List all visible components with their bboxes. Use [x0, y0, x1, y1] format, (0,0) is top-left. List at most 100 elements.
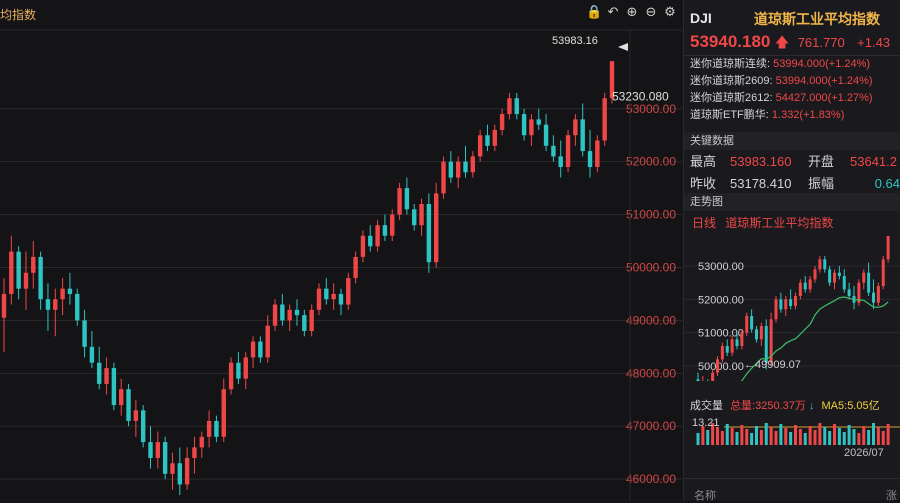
candle-body — [75, 293, 80, 321]
mini-y-tick-label: 52000.00 — [698, 294, 744, 306]
key-value: 53641.2 — [850, 154, 897, 169]
related-item[interactable]: 迷你道琼斯连续: 53994.000(+1.24%) — [684, 56, 900, 73]
mini-candle-body — [881, 259, 885, 286]
candle-body — [111, 368, 117, 406]
candle-body — [382, 225, 388, 236]
volume-total: 总量:3250.37万 — [730, 400, 806, 412]
undo-icon[interactable]: ↶ — [605, 4, 621, 20]
candle-body — [236, 362, 241, 379]
mini-candle-body — [735, 339, 739, 346]
mini-candle-body — [720, 346, 724, 360]
mini-y-tick-label: 53000.00 — [698, 261, 744, 273]
volume-bar — [779, 424, 783, 445]
volume-bar — [833, 424, 836, 445]
volume-bar — [764, 423, 768, 445]
candle-body — [441, 161, 446, 194]
volume-bar — [769, 427, 773, 445]
candle-body — [602, 98, 607, 141]
mini-candle-body — [803, 282, 807, 290]
tab-index-name[interactable]: 道琼斯工业平均指数 — [725, 216, 833, 230]
candle-body — [16, 251, 21, 289]
volume-bar — [881, 431, 885, 445]
volume-bar — [774, 431, 778, 445]
key-label: 最高 — [690, 154, 717, 169]
candlestick-chart-panel[interactable]: 53000.00 52000.00 51000.00 50000.00 49000.00… — [0, 0, 682, 500]
mini-candle-body — [784, 299, 788, 310]
candle-body — [206, 420, 212, 437]
up-arrow-icon: 🡅 — [774, 34, 790, 50]
mini-trend-chart[interactable]: 53000.0052000.0051000.0050000.00 ←49909.0… — [684, 236, 900, 381]
candle-body — [404, 188, 410, 210]
candle-body — [97, 362, 102, 384]
candle-body — [104, 368, 109, 384]
price-row: 53940.180 🡅 761.770 +1.43 — [690, 32, 890, 56]
down-arrow-icon: ↓ — [808, 400, 815, 412]
mini-candle-body — [725, 346, 729, 353]
mini-candle-body — [696, 379, 700, 381]
y-tick-label: 46000.00 — [626, 472, 676, 486]
volume-bar — [837, 428, 841, 445]
volume-bar — [828, 431, 832, 445]
key-label: 振幅 — [808, 176, 835, 191]
mini-candle-body — [794, 296, 797, 306]
volume-label: 成交量 — [690, 400, 723, 412]
volume-bar — [857, 433, 861, 445]
column-change: 涨 — [886, 490, 897, 502]
volume-bar — [740, 425, 744, 445]
mini-candle-body — [774, 299, 778, 320]
volume-bar — [808, 426, 812, 445]
related-item[interactable]: 迷你道琼斯2609: 53994.000(+1.24%) — [684, 73, 900, 90]
related-item[interactable]: 迷你道琼斯2612: 54427.000(+1.27%) — [684, 90, 900, 107]
key-value: 53983.160 — [730, 154, 792, 169]
high-marker-icon — [618, 43, 628, 51]
candle-body — [148, 442, 153, 458]
candle-body — [177, 463, 183, 485]
quote-sidebar: DJI 道琼斯工业平均指数 53940.180 🡅 761.770 +1.43 … — [683, 0, 900, 503]
lock-icon[interactable]: 🔒 — [586, 4, 602, 20]
y-tick-label: 52000.00 — [626, 155, 676, 169]
volume-bar — [872, 423, 875, 445]
related-name: 迷你道琼斯2609: — [690, 75, 773, 87]
y-tick-label: 51000.00 — [626, 208, 676, 222]
candle-body — [23, 272, 29, 289]
candle-body — [521, 114, 527, 136]
candle-body — [580, 119, 585, 152]
volume-bar — [735, 432, 739, 445]
related-value: 53994.000(+1.24%) — [775, 75, 873, 87]
candle-body — [272, 304, 278, 326]
high-annotation: 53983.16 — [552, 35, 598, 47]
mini-candle-body — [867, 272, 871, 293]
symbol-name: 道琼斯工业平均指数 — [754, 11, 880, 27]
candle-body — [470, 156, 476, 173]
related-item[interactable]: 道琼斯ETF鹏华: 1.332(+1.83%) — [684, 107, 900, 124]
candle-body — [529, 119, 534, 136]
candle-body — [558, 156, 563, 167]
candle-body — [31, 256, 36, 273]
y-tick-label: 49000.00 — [626, 313, 676, 327]
key-value: 53178.410 — [730, 176, 792, 191]
mini-candle-body — [876, 286, 880, 303]
settings-icon[interactable]: ⚙ — [662, 4, 678, 20]
candle-body — [221, 389, 226, 437]
key-data-table: 最高 53983.160 开盘 53641.2 昨收 53178.410 振幅 0.64 — [684, 151, 900, 195]
price-change-pct: +1.43 — [857, 35, 891, 50]
candle-body — [82, 320, 87, 347]
tab-daily[interactable]: 日线 — [684, 216, 716, 230]
volume-bar — [862, 426, 866, 445]
candle-body — [133, 410, 139, 421]
candle-body — [162, 442, 168, 474]
list-header: 名称 涨 — [694, 487, 897, 503]
mini-candle-body — [745, 316, 749, 333]
candlestick-chart[interactable]: 53000.00 52000.00 51000.00 50000.00 49000.00… — [0, 0, 682, 500]
candle-body — [433, 193, 439, 263]
zoom-out-icon[interactable]: ⊖ — [643, 4, 659, 20]
volume-bar — [745, 429, 749, 445]
mini-candle-body — [730, 339, 734, 353]
zoom-in-icon[interactable]: ⊕ — [624, 4, 640, 20]
candle-body — [280, 304, 285, 321]
mini-candle-body — [823, 259, 827, 270]
volume-bar — [725, 424, 729, 445]
mini-candle-body — [750, 316, 754, 330]
key-data-header: 关键数据 — [684, 132, 900, 150]
mini-candle-body — [764, 326, 768, 363]
